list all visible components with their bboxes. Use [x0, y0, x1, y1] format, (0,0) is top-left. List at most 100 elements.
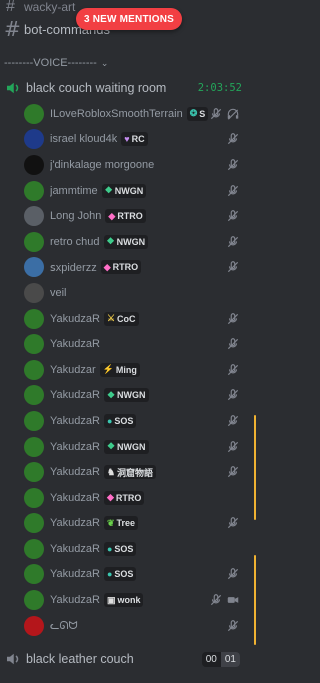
avatar [24, 257, 44, 278]
voice-user[interactable]: YakudzaR ◆ RTRO [0, 485, 250, 511]
voice-user[interactable]: YakudzaR [0, 331, 250, 357]
muted-icon [226, 414, 240, 428]
avatar [24, 538, 44, 559]
tag-label: RTRO [117, 211, 143, 222]
voice-user[interactable]: Yakudzar ⚡ Ming [0, 357, 250, 383]
voice-user[interactable]: veil [0, 280, 250, 306]
server-tag[interactable]: ● SOS [103, 541, 137, 556]
avatar [24, 564, 44, 585]
tag-label: SOS [114, 415, 134, 426]
avatar [24, 206, 44, 227]
server-tag[interactable]: ◆ RTRO [105, 209, 146, 224]
tag-label: 洞窟物語 [117, 467, 154, 478]
avatar [24, 359, 44, 380]
voice-status-icons [226, 312, 240, 326]
voice-channel-leather-couch[interactable]: black leather couch 00 01 [0, 647, 250, 671]
voice-user[interactable]: ᓚᘏᗢ [0, 613, 250, 639]
server-tag[interactable]: ⚔ CoC [103, 311, 139, 326]
tag-label: Tree [116, 518, 135, 529]
voice-user[interactable]: YakudzaR ● SOS [0, 536, 250, 562]
user-limit-counter: 00 01 [201, 651, 240, 667]
voice-status-icons [226, 184, 240, 198]
tag-label: SOS [114, 569, 134, 580]
server-tag[interactable]: ❖ NWGN [101, 183, 147, 198]
tag-badge-icon: ◆ [106, 492, 114, 503]
avatar [24, 103, 44, 124]
tag-badge-icon: ♥ [124, 134, 130, 145]
voice-user[interactable]: YakudzaR ● SOS [0, 408, 250, 434]
voice-channel-waiting-room[interactable]: black couch waiting room 2:03:52 [0, 76, 250, 100]
server-tag[interactable]: ♥ RC [121, 132, 148, 147]
voice-channel-name: black couch waiting room [26, 81, 167, 95]
voice-user[interactable]: j'dinkalage morgoone [0, 152, 250, 178]
tag-label: RTRO [112, 262, 139, 273]
user-name: YakudzaR [50, 517, 100, 530]
tag-label: CoC [117, 313, 136, 324]
user-name: veil [50, 286, 67, 299]
voice-user[interactable]: YakudzaR ● SOS [0, 562, 250, 588]
tag-label: RTRO [115, 492, 142, 503]
tag-badge-icon: ● [106, 569, 113, 580]
voice-status-icons [226, 132, 240, 146]
tag-badge-icon: ◆ [108, 210, 116, 221]
muted-icon [226, 440, 240, 454]
scrollbar[interactable] [252, 0, 260, 683]
server-tag[interactable]: ❖ NWGN [103, 439, 149, 454]
unread-marker [254, 415, 256, 520]
muted-icon [226, 158, 240, 172]
muted-icon [226, 260, 240, 274]
server-tag[interactable]: ❖ NWGN [103, 388, 149, 403]
deafen-icon [226, 107, 240, 121]
user-name: Long John [50, 210, 102, 223]
avatar [24, 410, 44, 431]
voice-user[interactable]: Long John ◆ RTRO [0, 203, 250, 229]
server-tag[interactable]: ● SOS [103, 413, 137, 428]
avatar [24, 334, 44, 355]
muted-icon [209, 107, 223, 121]
user-name: YakudzaR [50, 440, 100, 453]
category-label: --------VOICE-------- [4, 57, 97, 69]
server-tag[interactable]: ❖ NWGN [103, 234, 149, 249]
voice-user[interactable]: retro chud ❖ NWGN [0, 229, 250, 255]
tag-label: Ming [115, 364, 137, 375]
new-mentions-badge[interactable]: 3 NEW MENTIONS [76, 8, 183, 30]
server-tag[interactable]: ◆ RTRO [100, 260, 142, 275]
muted-icon [226, 363, 240, 377]
unread-marker [254, 555, 256, 645]
tag-label: RC [131, 134, 145, 145]
voice-user[interactable]: ILoveRobloxSmoothTerrain ❂ S [0, 101, 250, 127]
muted-icon [226, 337, 240, 351]
video-icon [226, 593, 240, 607]
avatar [24, 462, 44, 483]
channel-name: wacky-art [24, 0, 76, 14]
muted-icon [226, 516, 240, 530]
voice-user[interactable]: YakudzaR ♞ 洞窟物語 [0, 459, 250, 485]
user-name: YakudzaR [50, 491, 100, 504]
voice-user[interactable]: YakudzaR ❖ NWGN [0, 434, 250, 460]
server-tag[interactable]: ♞ 洞窟物語 [103, 465, 157, 480]
category-voice[interactable]: --------VOICE-------- ⌄ [0, 54, 254, 72]
voice-user[interactable]: YakudzaR ❦ Tree [0, 511, 250, 537]
server-tag[interactable]: ❦ Tree [103, 516, 138, 531]
tag-badge-icon: ⚡ [102, 364, 114, 375]
tag-badge-icon: ❖ [106, 389, 116, 400]
voice-user[interactable]: YakudzaR ▣ wonk [0, 587, 250, 613]
voice-user[interactable]: israel kloud4k ♥ RC [0, 127, 250, 153]
speaker-icon [7, 82, 19, 94]
tag-label: NWGN [116, 236, 146, 247]
user-name: YakudzaR [50, 466, 100, 479]
voice-user-list: ILoveRobloxSmoothTerrain ❂ Sisrael kloud4k… [0, 101, 250, 638]
voice-user[interactable]: YakudzaR ❖ NWGN [0, 383, 250, 409]
voice-user[interactable]: YakudzaR ⚔ CoC [0, 306, 250, 332]
server-tag[interactable]: ⚡ Ming [99, 362, 140, 377]
avatar [24, 231, 44, 252]
hash-icon: # [4, 17, 21, 41]
server-tag[interactable]: ● SOS [103, 567, 137, 582]
voice-status-icons [226, 516, 240, 530]
server-tag[interactable]: ◆ RTRO [103, 490, 145, 505]
voice-user[interactable]: ꜱxpiderzz ◆ RTRO [0, 255, 250, 281]
voice-user[interactable]: jammtime ❖ NWGN [0, 178, 250, 204]
server-tag[interactable]: ▣ wonk [103, 593, 144, 608]
server-tag[interactable]: ❂ S [186, 106, 209, 121]
tag-badge-icon: ◆ [103, 261, 111, 272]
